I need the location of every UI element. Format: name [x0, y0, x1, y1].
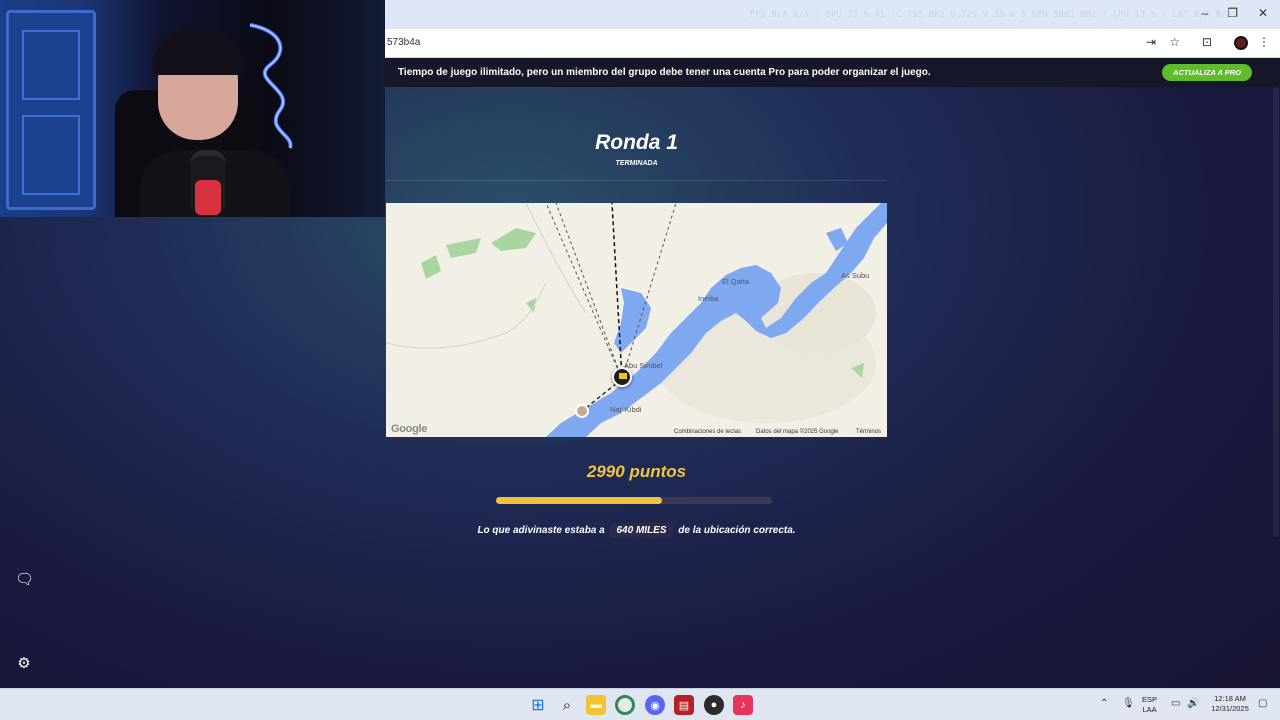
banner-text: Tiempo de juego ilimitado, pero un miemb…	[398, 67, 931, 78]
points-score: 2990 puntos	[586, 462, 687, 481]
language-indicator[interactable]: ESP LAA	[1142, 695, 1157, 715]
microphone-icon[interactable]: 🎙	[1122, 698, 1135, 709]
clock-time: 12:18 AM	[1214, 694, 1246, 703]
streamer-hair	[152, 30, 244, 75]
map-label: Ineiba	[698, 294, 719, 303]
door-panel	[22, 115, 80, 195]
distance-suffix: de la ubicación correcta.	[678, 525, 796, 536]
keyboard-layout: LAA	[1142, 705, 1157, 714]
language-code: ESP	[1142, 695, 1158, 704]
correct-location-marker[interactable]	[612, 367, 632, 387]
obs-icon[interactable]: ●	[704, 695, 724, 715]
close-icon[interactable]: ✕	[1258, 6, 1268, 20]
guess-avatar-marker[interactable]	[575, 404, 589, 418]
map-shortcuts-link[interactable]: Combinaciones de teclas	[674, 429, 741, 435]
url-text[interactable]: 573b4a	[387, 37, 420, 48]
divider	[386, 180, 887, 181]
performance-overlay: FPS N/A N/A | GPU 23 % 41 °C 795 MHz 0.7…	[749, 10, 1232, 20]
address-bar[interactable]: 573b4a ⇥ ☆ ⊡ ⋮	[385, 29, 1280, 58]
install-app-icon[interactable]: ⇥	[1146, 35, 1156, 49]
map-data-credit: Datos del mapa ©2025 Google	[756, 429, 839, 435]
recorder-app-icon[interactable]: ▤	[674, 695, 694, 715]
distance-text: Lo que adivinaste estaba a 640 MILES de …	[386, 523, 887, 538]
discord-icon[interactable]: ◉	[645, 695, 665, 715]
upgrade-pro-button[interactable]: ACTUALIZA A PRO	[1162, 64, 1252, 81]
chrome-icon[interactable]	[615, 695, 635, 715]
door-panel	[22, 30, 80, 100]
score-progress-bar	[496, 497, 772, 504]
minimize-icon[interactable]: –	[1201, 6, 1208, 20]
map-label: Naj' Kibdi	[610, 405, 642, 414]
map-label: El Qatta	[722, 277, 750, 286]
webcam-overlay	[0, 0, 385, 217]
gear-icon[interactable]: ⚙	[15, 655, 33, 673]
browser-titlebar: FPS N/A N/A | GPU 23 % 41 °C 795 MHz 0.7…	[385, 0, 1280, 29]
profile-avatar[interactable]	[1234, 36, 1248, 50]
map-graphic	[386, 203, 887, 437]
pro-banner: Tiempo de juego ilimitado, pero un miemb…	[385, 58, 1280, 87]
map-label: Abu Simbel	[624, 361, 663, 370]
file-explorer-icon[interactable]: ▬	[586, 695, 606, 715]
score-progress-fill	[496, 497, 662, 504]
windows-taskbar: ⊞ ⌕ ▬ ◉ ▤ ● ♪ ⌃ 🎙 ESP LAA ▭ 🔊 12:18 AM 1…	[0, 688, 1280, 720]
chevron-up-icon[interactable]: ⌃	[1100, 698, 1108, 709]
microphone-accent	[195, 180, 221, 215]
chat-bubble-icon[interactable]: 🗨	[15, 571, 34, 589]
clock-date: 12/31/2025	[1211, 704, 1249, 713]
tab-search-icon[interactable]: ⊡	[1202, 35, 1212, 49]
map-label: As Subu	[841, 271, 870, 280]
map-terms-link[interactable]: Términos	[856, 429, 881, 435]
menu-kebab-icon[interactable]: ⋮	[1258, 35, 1270, 49]
page-scrollbar[interactable]	[1273, 87, 1279, 537]
google-logo: Google	[391, 423, 428, 435]
round-title: Ronda 1	[595, 131, 678, 154]
search-icon[interactable]: ⌕	[557, 695, 577, 715]
windows-start-icon[interactable]: ⊞	[528, 695, 548, 715]
distance-value: 640 MILES	[610, 523, 673, 538]
result-map[interactable]: As Subu El Qatta Ineiba Abu Simbel Naj' …	[386, 203, 887, 437]
notifications-icon[interactable]: ▢	[1258, 698, 1267, 709]
clock[interactable]: 12:18 AM 12/31/2025	[1206, 694, 1254, 714]
restore-icon[interactable]: ❐	[1227, 6, 1238, 20]
distance-prefix: Lo que adivinaste estaba a	[477, 525, 605, 536]
volume-icon[interactable]: 🔊	[1187, 698, 1199, 709]
tiktok-icon[interactable]: ♪	[733, 695, 753, 715]
round-status: TERMINADA	[615, 160, 658, 167]
bookmark-star-icon[interactable]: ☆	[1169, 35, 1180, 49]
network-icon[interactable]: ▭	[1171, 698, 1180, 709]
